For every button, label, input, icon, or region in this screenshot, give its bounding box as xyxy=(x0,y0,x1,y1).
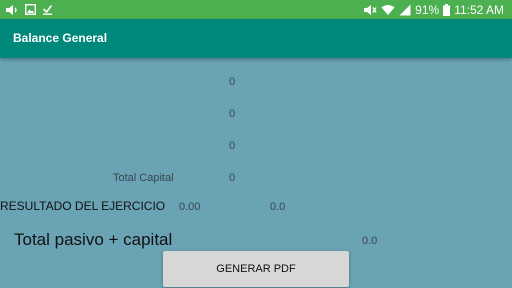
battery-percent: 91% xyxy=(415,2,440,17)
status-bar: 91% 11:52 AM xyxy=(0,0,512,19)
download-done-icon xyxy=(42,4,53,15)
mute-icon xyxy=(363,4,377,16)
total-pasivo-capital-value: 0.0 xyxy=(362,235,378,247)
page-title: Balance General xyxy=(13,31,108,45)
total-capital-label: Total Capital xyxy=(113,172,174,184)
notification-icons xyxy=(5,2,53,17)
value-row-3: 0 xyxy=(229,140,236,152)
signal-icon xyxy=(399,4,411,16)
total-capital-value: 0 xyxy=(229,172,236,184)
generate-pdf-button[interactable]: GENERAR PDF xyxy=(163,251,349,287)
battery-icon xyxy=(443,3,451,16)
value-row-1: 0 xyxy=(229,76,236,88)
image-icon xyxy=(25,4,36,15)
clock: 11:52 AM xyxy=(454,2,504,17)
value-row-2: 0 xyxy=(229,108,236,120)
total-pasivo-capital-label: Total pasivo + capital xyxy=(14,230,173,249)
wifi-icon xyxy=(381,4,395,16)
system-indicators: 91% 11:52 AM xyxy=(363,1,504,18)
app-bar: Balance General xyxy=(0,19,512,58)
resultado-label: RESULTADO DEL EJERCICIO xyxy=(0,199,166,213)
resultado-value-2: 0.0 xyxy=(270,201,286,213)
resultado-value-1: 0.00 xyxy=(179,201,201,213)
voicemail-icon xyxy=(5,4,19,16)
